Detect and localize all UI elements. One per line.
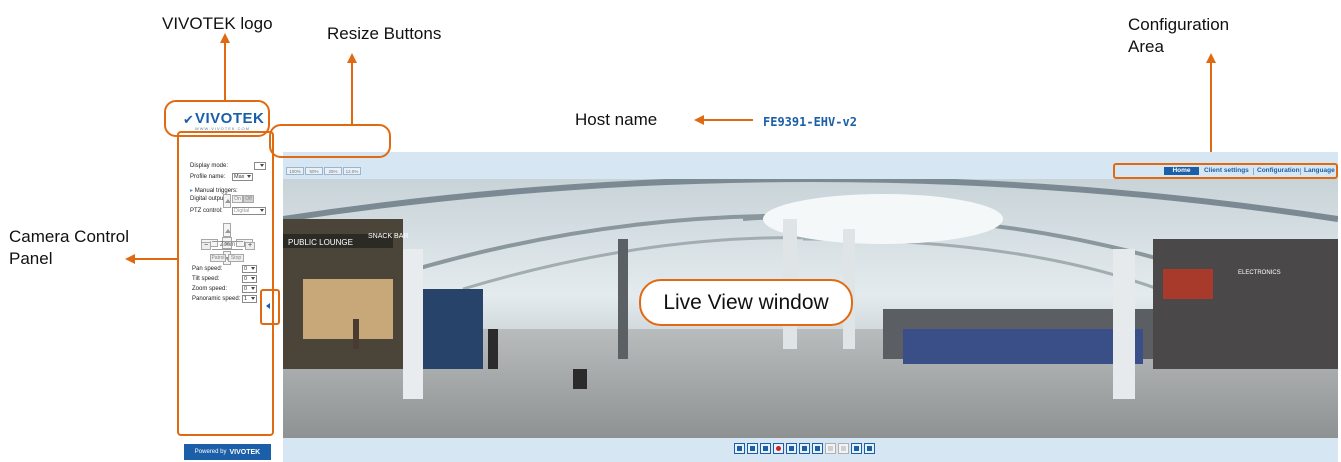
powered-by-footer: Powered by VIVOTEK (184, 444, 271, 460)
annotation-live-view: Live View window (639, 279, 853, 326)
pip-button[interactable] (864, 443, 875, 454)
volume-icon (789, 446, 794, 451)
host-arrow-head (694, 115, 704, 125)
annotation-camera-control-line1: Camera Control (9, 227, 129, 246)
config-highlight-box (1113, 163, 1338, 179)
fullscreen-button[interactable] (838, 443, 849, 454)
host-name: FE9391-EHV-v2 (763, 115, 857, 129)
fullscreen-icon (841, 446, 846, 451)
talk-icon (815, 446, 820, 451)
logo-arrow-line (224, 42, 226, 102)
collapse-highlight-box (260, 289, 280, 325)
ptz-icon (854, 446, 859, 451)
resize-25-button[interactable]: 25% (324, 167, 342, 175)
ptz-button[interactable] (851, 443, 862, 454)
annotation-configuration-line2: Area (1128, 37, 1164, 56)
stop-icon (763, 446, 768, 451)
host-arrow-line (703, 119, 753, 121)
resize-arrow-line (351, 62, 353, 126)
resize-50-button[interactable]: 50% (305, 167, 323, 175)
electronics-sign: ELECTRONICS (1238, 270, 1281, 276)
config-arrow-line (1210, 62, 1212, 166)
record-button[interactable] (773, 443, 784, 454)
stop-stream-button[interactable] (760, 443, 771, 454)
mute-button[interactable] (799, 443, 810, 454)
annotation-camera-control-line2: Panel (9, 249, 53, 268)
logo-arrow-head (220, 33, 230, 43)
config-arrow-head (1206, 53, 1216, 63)
pip-icon (867, 446, 872, 451)
resize-100-button[interactable]: 100% (286, 167, 304, 175)
powered-by-label: Powered by (194, 449, 227, 455)
resize-12-5-button[interactable]: 12.5% (343, 167, 361, 175)
pause-icon (750, 446, 755, 451)
volume-button[interactable] (786, 443, 797, 454)
annotation-configuration-line1: Configuration (1128, 15, 1230, 34)
annotation-vivotek-logo: VIVOTEK logo (162, 14, 273, 33)
panel-highlight-box (177, 131, 274, 436)
mic-icon (828, 446, 833, 451)
panel-arrow-head (125, 254, 135, 264)
mic-button[interactable] (825, 443, 836, 454)
resize-arrow-head (347, 53, 357, 63)
resize-highlight-box (269, 124, 391, 158)
annotation-resize-buttons: Resize Buttons (327, 24, 442, 43)
annotation-host-name: Host name (575, 110, 658, 129)
pause-button[interactable] (747, 443, 758, 454)
snapshot-button[interactable] (734, 443, 745, 454)
mute-icon (802, 446, 807, 451)
snack-bar-sign: SNACK BAR (368, 233, 408, 240)
footer-brand: VIVOTEK (229, 448, 261, 456)
record-icon (776, 446, 781, 451)
talk-button[interactable] (812, 443, 823, 454)
snapshot-icon (737, 446, 742, 451)
panel-arrow-line (134, 258, 178, 260)
public-lounge-sign: PUBLIC LOUNGE (288, 238, 353, 247)
